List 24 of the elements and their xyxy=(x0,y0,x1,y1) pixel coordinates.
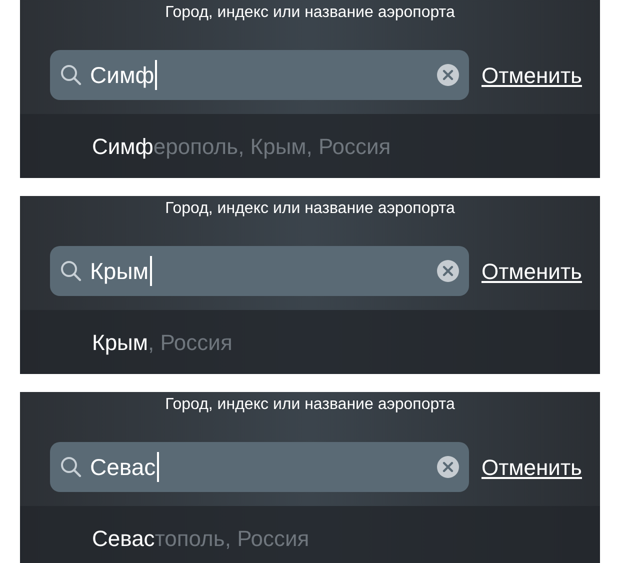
result-row[interactable]: Симферополь, Крым, Россия xyxy=(20,114,600,178)
result-row[interactable]: Севастополь, Россия xyxy=(20,506,600,563)
cancel-link[interactable]: Отменить xyxy=(481,254,582,288)
search-query: Симф xyxy=(90,60,158,90)
search-query: Крым xyxy=(90,256,152,286)
search-icon xyxy=(60,260,82,282)
cancel-link[interactable]: Отменить xyxy=(481,58,582,92)
search-query: Севас xyxy=(90,452,159,482)
clear-icon[interactable] xyxy=(437,456,460,478)
result-text: Севастополь, Россия xyxy=(92,524,310,552)
search-title: Город, индекс или название аэропорта xyxy=(164,395,456,415)
result-text: Крым, Россия xyxy=(92,328,232,357)
search-icon xyxy=(60,456,82,478)
result-row[interactable]: Крым, Россия xyxy=(20,310,600,374)
cancel-link[interactable]: Отменить xyxy=(481,450,582,484)
search-title: Город, индекс или название аэропорта xyxy=(164,199,456,219)
search-field[interactable]: Крым xyxy=(50,246,470,296)
search-field[interactable]: Севас xyxy=(50,442,470,492)
result-text: Симферополь, Крым, Россия xyxy=(92,132,391,161)
search-icon xyxy=(60,64,82,86)
clear-icon[interactable] xyxy=(437,260,460,282)
search-field[interactable]: Симф xyxy=(50,50,470,100)
search-title: Город, индекс или название аэропорта xyxy=(164,3,456,23)
clear-icon[interactable] xyxy=(437,64,460,86)
